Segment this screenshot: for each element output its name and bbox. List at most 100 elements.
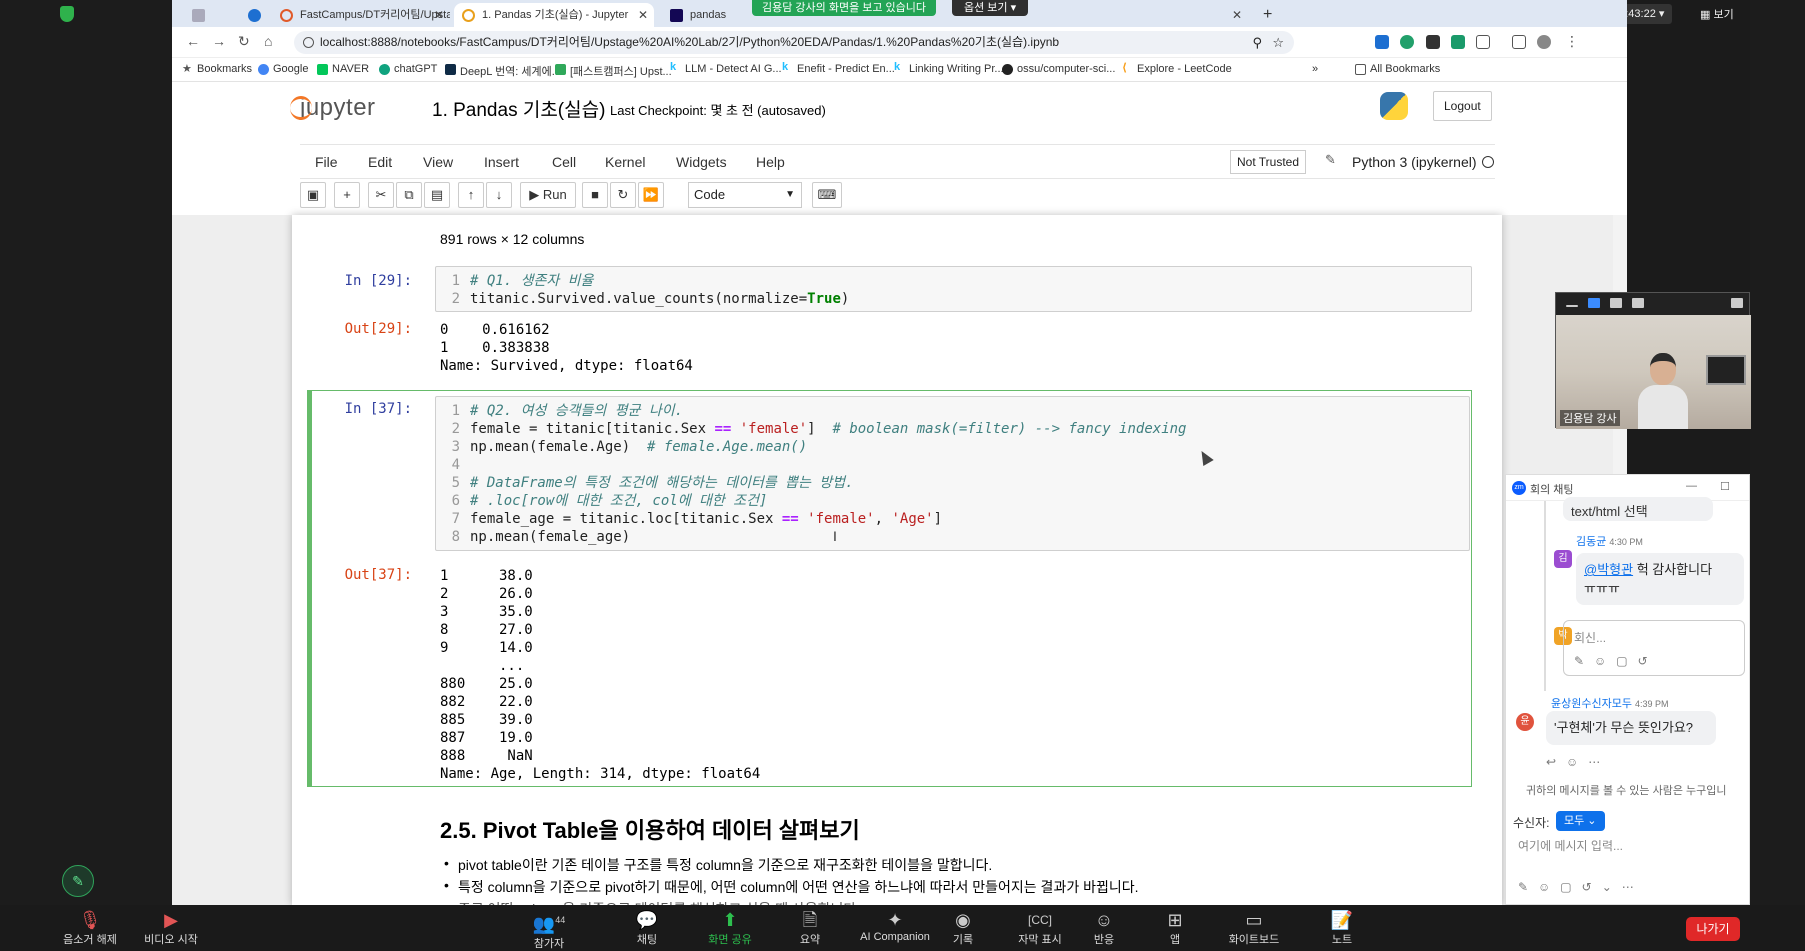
- apps-button[interactable]: ⊞ 앱: [1135, 909, 1215, 947]
- bookmark-ossu[interactable]: ossu/computer-sci...: [1002, 63, 1115, 75]
- reply-input[interactable]: 회신... ✎☺▢↺: [1563, 620, 1745, 676]
- move-down-icon[interactable]: ↓: [486, 182, 512, 208]
- minimize-icon[interactable]: —: [1686, 480, 1697, 492]
- single-view-icon[interactable]: [1588, 298, 1600, 308]
- bookmark-star-icon[interactable]: ☆: [1272, 31, 1284, 54]
- view-button[interactable]: ▦ 보기: [1700, 6, 1734, 22]
- annotate-pencil-icon[interactable]: ✎: [62, 865, 94, 897]
- tab-pandas[interactable]: pandas: [662, 3, 752, 27]
- expand-icon[interactable]: [1731, 298, 1743, 308]
- tab-close-icon[interactable]: ✕: [1232, 3, 1242, 27]
- menu-file[interactable]: File: [315, 154, 338, 170]
- bookmark-leetcode[interactable]: ⟨ Explore - LeetCode: [1122, 62, 1232, 75]
- share-screen-button[interactable]: ⬆ 화면 공유: [690, 909, 770, 947]
- insert-cell-icon[interactable]: +: [334, 182, 360, 208]
- home-icon[interactable]: ⌂: [264, 33, 272, 49]
- grid-view-icon[interactable]: [1632, 298, 1644, 308]
- view-options-button[interactable]: 옵션 보기 ▾: [952, 0, 1029, 16]
- tab-close-icon[interactable]: ✕: [638, 3, 648, 27]
- tab-pandas-notebook[interactable]: 1. Pandas 기초(실습) - Jupyter ✕: [454, 3, 654, 27]
- record-button[interactable]: ◉ 기록: [923, 909, 1003, 947]
- openai-extension-icon[interactable]: [1426, 35, 1440, 49]
- menu-cell[interactable]: Cell: [552, 154, 576, 170]
- bookmark-google[interactable]: Google: [258, 63, 308, 75]
- code-cell-37[interactable]: 1 # Q2. 여성 승객들의 평균 나이. 2 female = titanic[…: [435, 396, 1470, 551]
- whiteboard-button[interactable]: ▭ 화이트보드: [1214, 909, 1294, 947]
- start-video-button[interactable]: ▶ 비디오 시작: [131, 909, 211, 947]
- url-input[interactable]: localhost:8888/notebooks/FastCampus/DT커리…: [294, 31, 1294, 54]
- bookmark-kaggle-enefit[interactable]: k Enefit - Predict En...: [782, 61, 895, 75]
- minimize-icon[interactable]: [1566, 305, 1578, 307]
- notes-button[interactable]: 📝 노트: [1302, 909, 1382, 947]
- logout-button[interactable]: Logout: [1433, 91, 1492, 121]
- bookmarks-overflow-button[interactable]: »: [1312, 63, 1318, 75]
- screen-extension-icon[interactable]: [1451, 35, 1465, 49]
- bookmark-fastcampus[interactable]: [패스트캠퍼스] Upst...: [555, 63, 672, 79]
- menu-kernel[interactable]: Kernel: [605, 154, 645, 170]
- menu-view[interactable]: View: [423, 154, 453, 170]
- notebook-title[interactable]: 1. Pandas 기초(실습): [432, 95, 605, 122]
- run-button[interactable]: ▶ Run: [520, 182, 576, 208]
- forward-arrow-icon[interactable]: →: [212, 33, 226, 49]
- new-tab-button[interactable]: +: [1257, 3, 1281, 27]
- bookmark-deepl[interactable]: DeepL 번역: 세계에...: [445, 63, 561, 79]
- strip-view-icon[interactable]: [1610, 298, 1622, 308]
- all-bookmarks-folder[interactable]: All Bookmarks: [1355, 63, 1440, 75]
- back-arrow-icon[interactable]: ←: [186, 33, 200, 49]
- summary-button[interactable]: 🗎 요약: [770, 909, 850, 947]
- copy-icon[interactable]: ⧉: [396, 182, 422, 208]
- recipient-select[interactable]: 모두 ⌄: [1556, 811, 1605, 831]
- restart-icon[interactable]: ↻: [610, 182, 636, 208]
- cell-type-select[interactable]: Code ▼: [688, 182, 802, 208]
- bookmark-kaggle-llm[interactable]: k LLM - Detect AI G...: [670, 61, 782, 75]
- avatar[interactable]: 김: [1554, 550, 1572, 568]
- reload-icon[interactable]: ↻: [238, 33, 250, 50]
- avatar[interactable]: 윤: [1516, 713, 1534, 731]
- edit-pencil-icon[interactable]: ✎: [1325, 152, 1336, 168]
- menu-insert[interactable]: Insert: [484, 154, 519, 170]
- bookmark-bookmarks[interactable]: ★ Bookmarks: [182, 63, 252, 75]
- browser-menu-icon[interactable]: ⋮: [1565, 33, 1579, 50]
- leave-meeting-button[interactable]: 나가기: [1686, 917, 1740, 941]
- grammarly-extension-icon[interactable]: [1400, 35, 1414, 49]
- speaker-video-panel[interactable]: 김용담 강사: [1555, 292, 1751, 429]
- command-palette-keyboard-icon[interactable]: ⌨: [812, 182, 842, 208]
- extensions-puzzle-icon[interactable]: [1476, 35, 1490, 49]
- interrupt-stop-icon[interactable]: ■: [582, 182, 608, 208]
- tab-group-button[interactable]: [184, 3, 240, 27]
- paste-icon[interactable]: ▤: [424, 182, 450, 208]
- zoom-magnifier-icon[interactable]: ⚲: [1252, 31, 1262, 54]
- tab-v[interactable]: [242, 3, 266, 27]
- kernel-name[interactable]: Python 3 (ipykernel): [1352, 154, 1477, 170]
- reactions-button[interactable]: ☺ 반응: [1064, 909, 1144, 947]
- cut-icon[interactable]: ✂: [368, 182, 394, 208]
- bookmark-naver[interactable]: NAVER: [317, 63, 369, 75]
- tab-fastcampus-repo[interactable]: FastCampus/DT커리어팀/Upsta ✕: [272, 3, 450, 27]
- zoom-security-icon[interactable]: [60, 6, 74, 22]
- jupyter-logo[interactable]: jupyter: [290, 94, 376, 122]
- site-info-icon[interactable]: [303, 37, 314, 48]
- bookmark-kaggle-writing[interactable]: k Linking Writing Pr...: [894, 61, 1004, 75]
- chat-button[interactable]: 💬 채팅: [607, 909, 687, 947]
- reply-tools[interactable]: ✎☺▢↺: [1574, 654, 1658, 668]
- move-up-icon[interactable]: ↑: [458, 182, 484, 208]
- v-extension-icon[interactable]: [1375, 35, 1389, 49]
- chat-message-input[interactable]: 여기에 메시지 입력...: [1518, 837, 1623, 854]
- restart-run-all-icon[interactable]: ⏩: [638, 182, 664, 208]
- save-icon[interactable]: ▣: [300, 182, 326, 208]
- menu-edit[interactable]: Edit: [368, 154, 392, 170]
- tab-close-icon[interactable]: ✕: [434, 3, 444, 27]
- unmute-button[interactable]: 🎙 음소거 해제: [50, 909, 130, 947]
- participants-button[interactable]: 👥44 참가자: [509, 909, 589, 951]
- profile-avatar-icon[interactable]: [1537, 35, 1551, 49]
- code-cell-29[interactable]: 1 # Q1. 생존자 비율 2 titanic.Survived.value_co…: [435, 266, 1472, 312]
- menu-widgets[interactable]: Widgets: [676, 154, 727, 170]
- chat-compose-tools[interactable]: ✎☺▢↺⌄⋯: [1518, 880, 1644, 894]
- not-trusted-button[interactable]: Not Trusted: [1230, 150, 1307, 174]
- menu-help[interactable]: Help: [756, 154, 785, 170]
- tab-hidden[interactable]: ✕: [1172, 3, 1252, 27]
- visibility-note[interactable]: 귀하의 메시지를 볼 수 있는 사람은 누구입니: [1526, 782, 1727, 798]
- maximize-icon[interactable]: ☐: [1720, 480, 1730, 493]
- message-actions[interactable]: ↩☺⋯: [1546, 755, 1610, 769]
- bookmark-chatgpt[interactable]: chatGPT: [379, 63, 437, 75]
